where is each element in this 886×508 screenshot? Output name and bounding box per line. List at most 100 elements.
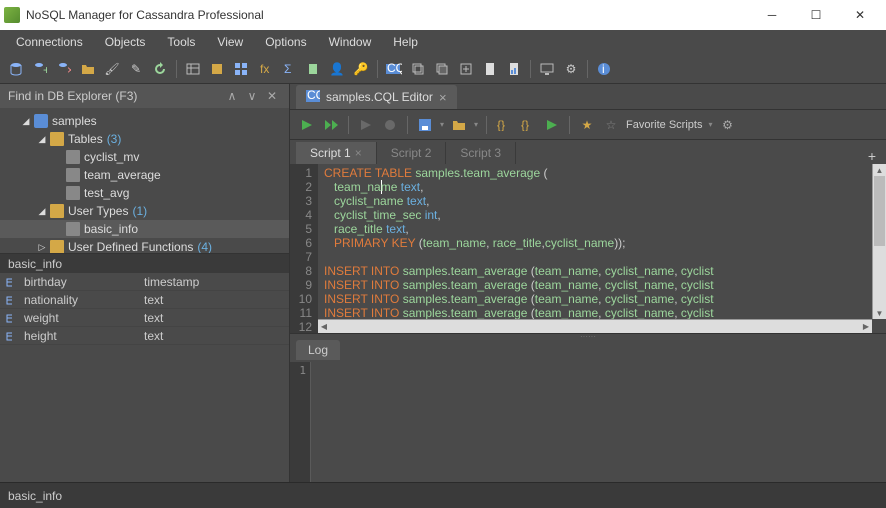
- tree-node[interactable]: cyclist_mv: [0, 148, 289, 166]
- star-outline-icon[interactable]: ☆: [602, 116, 620, 134]
- log-content[interactable]: [310, 362, 886, 482]
- save-icon[interactable]: [416, 116, 434, 134]
- db-icon[interactable]: [6, 59, 26, 79]
- cql-editor-icon[interactable]: CQL: [384, 59, 404, 79]
- main-toolbar: + × 🖌 ✎ fx Σ 👤 🔑 CQL ⚙ i: [0, 54, 886, 84]
- tree-node[interactable]: ◢User Types(1): [0, 202, 289, 220]
- menu-options[interactable]: Options: [255, 32, 316, 52]
- close-button[interactable]: ✕: [838, 0, 882, 30]
- code-editor[interactable]: 123456789101112 CREATE TABLE samples.tea…: [290, 164, 886, 334]
- editor-tab[interactable]: CQL samples.CQL Editor ×: [296, 85, 457, 109]
- svg-text:fx: fx: [260, 62, 269, 76]
- db-add-icon[interactable]: +: [30, 59, 50, 79]
- braces-icon[interactable]: {}: [495, 116, 513, 134]
- copy2-icon[interactable]: [432, 59, 452, 79]
- app-icon: [4, 7, 20, 23]
- property-row[interactable]: nationalitytext: [0, 291, 289, 309]
- find-label[interactable]: Find in DB Explorer (F3): [8, 89, 137, 103]
- maximize-button[interactable]: ☐: [794, 0, 838, 30]
- detail-table: birthdaytimestampnationalitytextweightte…: [0, 273, 289, 345]
- function-icon[interactable]: fx: [255, 59, 275, 79]
- brush-icon[interactable]: 🖌: [102, 59, 122, 79]
- tree-node[interactable]: test_avg: [0, 184, 289, 202]
- find-close-icon[interactable]: ✕: [263, 87, 281, 105]
- help-icon[interactable]: i: [594, 59, 614, 79]
- report-icon[interactable]: [504, 59, 524, 79]
- grid-icon[interactable]: [231, 59, 251, 79]
- status-text: basic_info: [8, 489, 62, 503]
- edit-icon[interactable]: ✎: [126, 59, 146, 79]
- editor-toolbar: ▾ ▾ {} {} ★ ☆ Favorite Scripts ▾ ⚙: [290, 110, 886, 140]
- svg-text:{}: {}: [497, 119, 505, 131]
- run-step-icon[interactable]: [322, 116, 340, 134]
- aggregate-icon[interactable]: Σ: [279, 59, 299, 79]
- editor-panel: CQL samples.CQL Editor × ▾ ▾ {} {} ★ ☆ F…: [290, 84, 886, 482]
- find-down-icon[interactable]: ∨: [243, 87, 261, 105]
- minimize-button[interactable]: ─: [750, 0, 794, 30]
- property-row[interactable]: heighttext: [0, 327, 289, 345]
- cql-icon: CQL: [306, 90, 320, 105]
- tree-node[interactable]: ◢samples: [0, 112, 289, 130]
- scroll-down-icon[interactable]: ▼: [873, 307, 886, 319]
- run-braces-icon[interactable]: [543, 116, 561, 134]
- log-gutter: 1: [290, 362, 310, 482]
- tree-node[interactable]: team_average: [0, 166, 289, 184]
- script-tab-close-icon[interactable]: ×: [355, 146, 362, 160]
- detail-title: basic_info: [0, 253, 289, 273]
- copy-icon[interactable]: [408, 59, 428, 79]
- braces2-icon[interactable]: {}: [519, 116, 537, 134]
- code-content[interactable]: CREATE TABLE samples.team_average ( team…: [318, 164, 886, 333]
- svg-text:{}: {}: [521, 119, 529, 131]
- page-icon[interactable]: [480, 59, 500, 79]
- svg-text:i: i: [602, 62, 605, 76]
- vertical-scrollbar[interactable]: ▲ ▼: [872, 164, 886, 319]
- stop-icon[interactable]: [381, 116, 399, 134]
- scroll-up-icon[interactable]: ▲: [873, 164, 886, 176]
- favorite-label[interactable]: Favorite Scripts: [626, 119, 702, 131]
- log-tab[interactable]: Log: [296, 340, 340, 360]
- key-icon[interactable]: 🔑: [351, 59, 371, 79]
- open-icon[interactable]: [450, 116, 468, 134]
- export-icon[interactable]: [456, 59, 476, 79]
- scroll-left-icon[interactable]: ◀: [318, 320, 330, 333]
- scroll-thumb[interactable]: [874, 176, 885, 246]
- gear-icon[interactable]: ⚙: [718, 116, 736, 134]
- scroll-right-icon[interactable]: ▶: [860, 320, 872, 333]
- menu-connections[interactable]: Connections: [6, 32, 93, 52]
- db-explorer: Find in DB Explorer (F3) ∧ ∨ ✕ ◢samples◢…: [0, 84, 290, 482]
- folder-open-icon[interactable]: [78, 59, 98, 79]
- run-icon[interactable]: [298, 116, 316, 134]
- monitor-icon[interactable]: [537, 59, 557, 79]
- refresh-icon[interactable]: [150, 59, 170, 79]
- script-tab[interactable]: Script 3: [446, 142, 516, 164]
- tab-close-icon[interactable]: ×: [439, 90, 447, 105]
- schema-icon[interactable]: [207, 59, 227, 79]
- horizontal-scrollbar[interactable]: ◀ ▶: [318, 319, 872, 333]
- svg-text:×: ×: [67, 63, 71, 76]
- add-script-icon[interactable]: +: [858, 148, 886, 164]
- star-icon[interactable]: ★: [578, 116, 596, 134]
- db-remove-icon[interactable]: ×: [54, 59, 74, 79]
- script-tabs: Script 1×Script 2Script 3 +: [290, 140, 886, 164]
- menu-objects[interactable]: Objects: [95, 32, 156, 52]
- property-row[interactable]: birthdaytimestamp: [0, 273, 289, 291]
- tree-node[interactable]: ▷User Defined Functions(4): [0, 238, 289, 253]
- property-row[interactable]: weighttext: [0, 309, 289, 327]
- settings-icon[interactable]: ⚙: [561, 59, 581, 79]
- menu-tools[interactable]: Tools: [157, 32, 205, 52]
- stop-run-icon[interactable]: [357, 116, 375, 134]
- tree[interactable]: ◢samples◢Tables(3)cyclist_mvteam_average…: [0, 108, 289, 253]
- find-up-icon[interactable]: ∧: [223, 87, 241, 105]
- script-tab[interactable]: Script 1×: [296, 142, 377, 164]
- tree-node[interactable]: ◢Tables(3): [0, 130, 289, 148]
- index-icon[interactable]: [303, 59, 323, 79]
- tree-node[interactable]: basic_info: [0, 220, 289, 238]
- script-tab[interactable]: Script 2: [377, 142, 447, 164]
- menu-window[interactable]: Window: [319, 32, 382, 52]
- table-icon[interactable]: [183, 59, 203, 79]
- statusbar: basic_info: [0, 482, 886, 508]
- menu-view[interactable]: View: [207, 32, 253, 52]
- menu-help[interactable]: Help: [383, 32, 428, 52]
- user-icon[interactable]: 👤: [327, 59, 347, 79]
- find-header: Find in DB Explorer (F3) ∧ ∨ ✕: [0, 84, 289, 108]
